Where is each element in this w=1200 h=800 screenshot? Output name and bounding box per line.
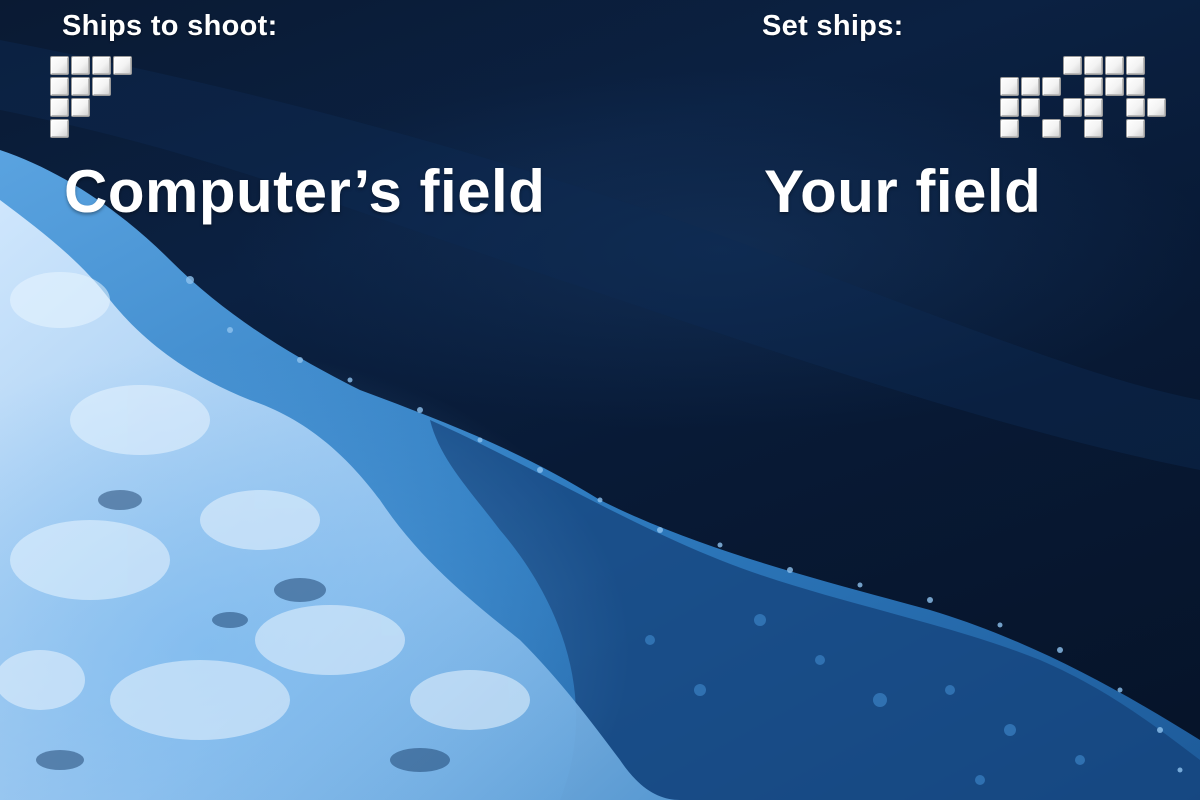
ship-cell[interactable] xyxy=(1000,98,1019,117)
ship-cell[interactable] xyxy=(1126,77,1145,96)
ship-cell xyxy=(113,56,132,75)
ship-cell[interactable] xyxy=(1126,98,1145,117)
ocean-background xyxy=(0,0,1200,800)
ship-cell xyxy=(71,56,90,75)
ship-cell[interactable] xyxy=(1021,77,1040,96)
ocean-wave-image xyxy=(0,40,1200,800)
ship-cell[interactable] xyxy=(1000,77,1019,96)
ship-cell xyxy=(50,119,69,138)
ship-cell[interactable] xyxy=(1042,119,1061,138)
ship-cell[interactable] xyxy=(1105,77,1124,96)
ship-cell xyxy=(50,77,69,96)
ship-cell[interactable] xyxy=(1147,98,1166,117)
computer-field-title: Computer’s field xyxy=(64,158,546,225)
ship-cell[interactable] xyxy=(1063,56,1082,75)
ship-cell xyxy=(92,77,111,96)
ship-cell xyxy=(50,98,69,117)
ships-to-shoot-label: Ships to shoot: xyxy=(62,10,278,42)
ship-cell[interactable] xyxy=(1126,119,1145,138)
ship-cell xyxy=(50,56,69,75)
ship-cell xyxy=(71,98,90,117)
ship-cell[interactable] xyxy=(1084,119,1103,138)
ship-cell xyxy=(92,56,111,75)
ship-cell[interactable] xyxy=(1084,98,1103,117)
ship-cell xyxy=(71,77,90,96)
ship-cell[interactable] xyxy=(1000,119,1019,138)
ship-cell[interactable] xyxy=(1063,98,1082,117)
ship-cell[interactable] xyxy=(1042,77,1061,96)
ship-cell[interactable] xyxy=(1126,56,1145,75)
ship-cell[interactable] xyxy=(1105,56,1124,75)
ship-cell[interactable] xyxy=(1084,77,1103,96)
your-field-title: Your field xyxy=(764,158,1042,225)
ship-cell[interactable] xyxy=(1021,98,1040,117)
set-ships-label: Set ships: xyxy=(762,10,904,42)
ship-cell[interactable] xyxy=(1084,56,1103,75)
